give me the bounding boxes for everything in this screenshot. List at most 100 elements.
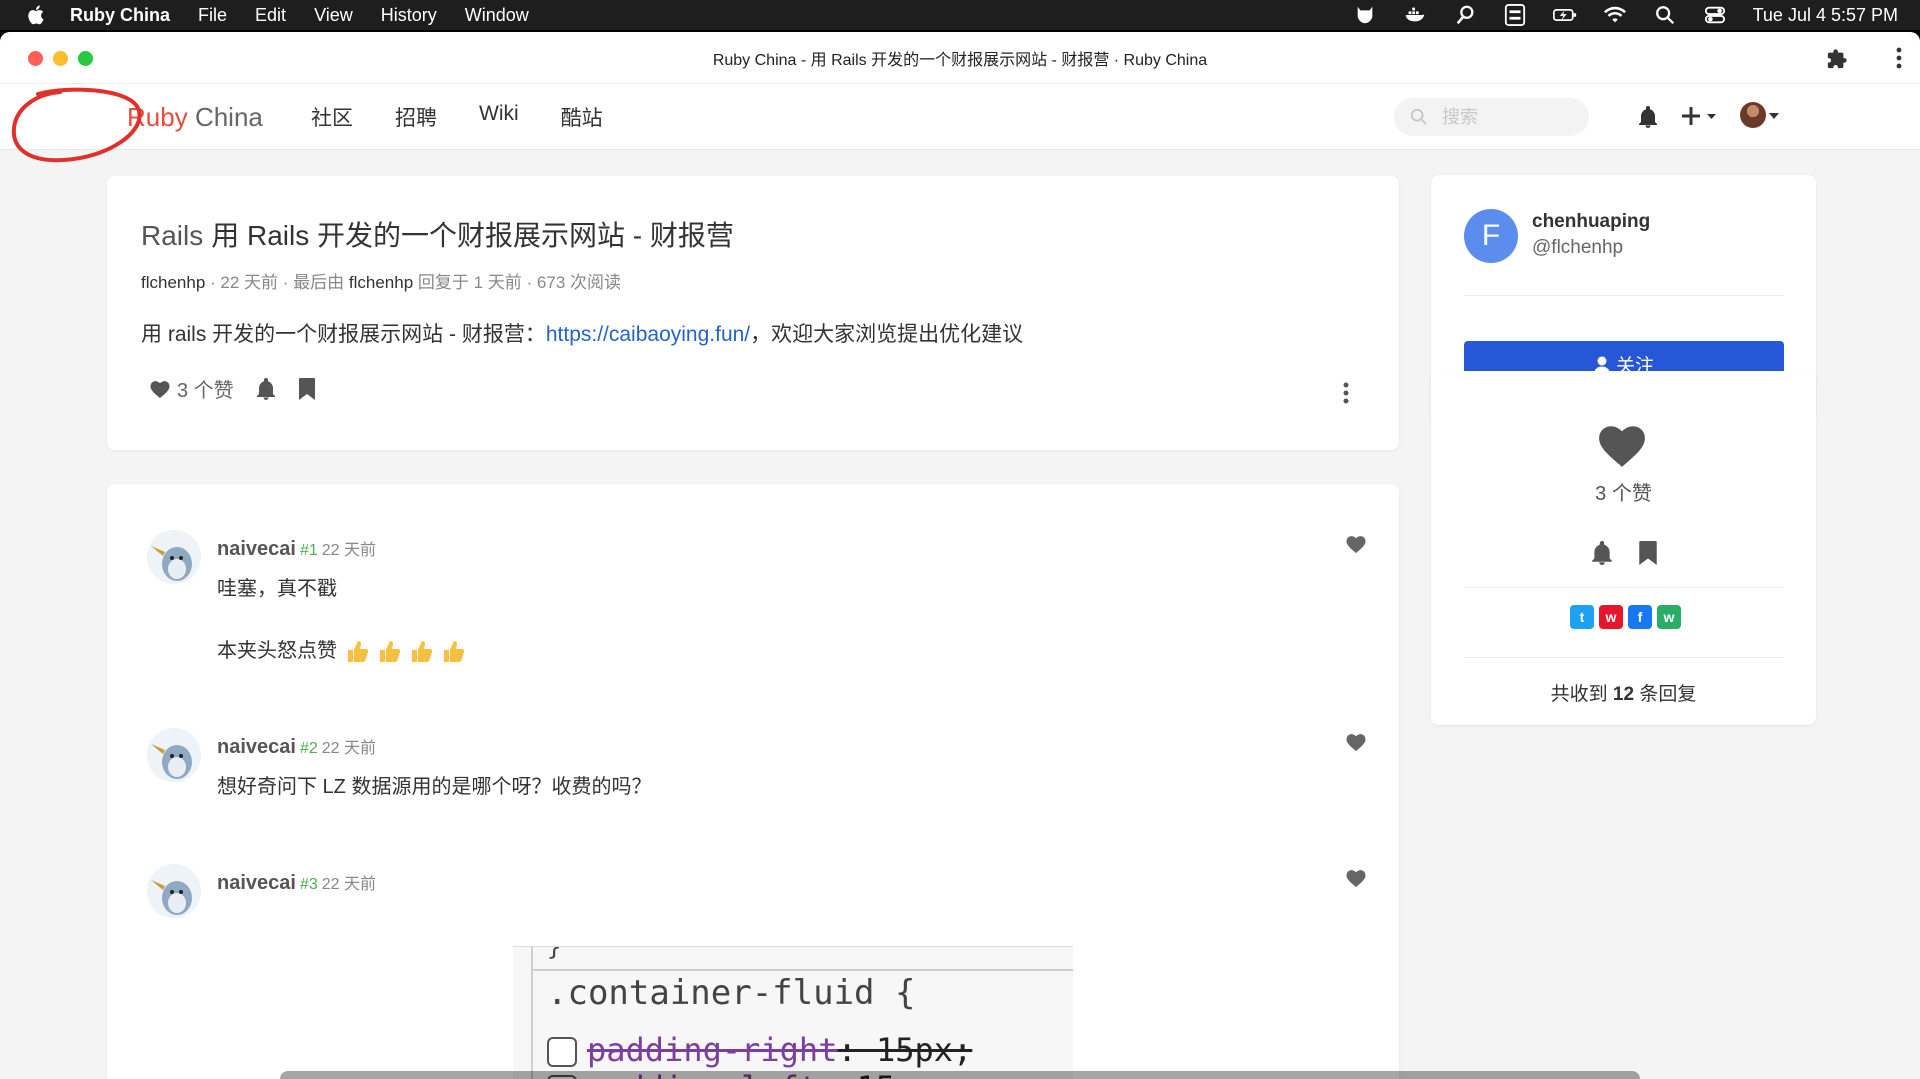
reply-avatar[interactable] xyxy=(147,530,201,584)
search-icon xyxy=(1410,108,1427,125)
code-brace: } xyxy=(547,946,562,961)
thumbs-up-emoji-icon xyxy=(411,640,432,662)
reply-header: naivecai #3 22 天前 xyxy=(217,870,376,895)
topic-title: Rails 用 Rails 开发的一个财报展示网站 - 财报营 xyxy=(141,214,734,254)
reply-like-heart-icon[interactable] xyxy=(1345,732,1367,752)
menubar-clock[interactable]: Tue Jul 4 5:57 PM xyxy=(1753,5,1898,26)
thumbs-up-emoji-icon xyxy=(347,640,368,662)
reply-count-summary: 共收到 12 条回复 xyxy=(1431,679,1816,706)
bookmark-icon[interactable] xyxy=(298,377,316,400)
topic-stats-card: 3 个赞 t w f w 共收到 12 条回复 xyxy=(1431,371,1816,725)
bookmark-icon[interactable] xyxy=(1637,541,1659,565)
weibo-share-icon[interactable]: w xyxy=(1599,605,1623,629)
author-avatar[interactable]: F xyxy=(1464,209,1518,263)
reply-time: 22 天前 xyxy=(321,542,376,559)
topic-body-suffix: ，欢迎大家浏览提出优化建议 xyxy=(750,323,1024,346)
divider xyxy=(1464,295,1784,296)
code-property-value: : 15px; xyxy=(837,1031,973,1069)
minimize-window-button[interactable] xyxy=(53,51,68,66)
nav-link-community[interactable]: 社区 xyxy=(311,102,353,132)
docker-icon[interactable] xyxy=(1403,4,1427,26)
code-divider-line xyxy=(531,969,1073,971)
cat-icon[interactable] xyxy=(1353,4,1377,26)
divider xyxy=(1464,587,1784,588)
macos-menubar: Ruby China File Edit View History Window… xyxy=(0,0,1920,30)
follow-bell-icon[interactable] xyxy=(256,377,276,400)
control-center-icon[interactable] xyxy=(1703,4,1727,26)
reply-text: 哇塞，真不戳 xyxy=(217,578,337,600)
user-avatar[interactable] xyxy=(1740,102,1766,128)
nav-link-cool-sites[interactable]: 酷站 xyxy=(561,102,603,132)
reply-username[interactable]: naivecai xyxy=(217,736,296,758)
chevron-down-icon[interactable] xyxy=(1769,112,1779,120)
topic-author-link[interactable]: flchenhp xyxy=(141,273,205,292)
topic-body-link[interactable]: https://caibaoying.fun/ xyxy=(546,323,750,346)
reply-floor[interactable]: #1 xyxy=(300,542,318,559)
reply-floor[interactable]: #2 xyxy=(300,740,318,757)
heart-icon xyxy=(150,380,170,398)
reply-text-line2: 本夹头怒点赞 xyxy=(217,634,465,665)
reply-username[interactable]: naivecai xyxy=(217,538,296,560)
reply-text: 想好奇问下 LZ 数据源用的是哪个呀？收费的吗？ xyxy=(217,776,652,798)
spotlight-search-icon[interactable] xyxy=(1653,4,1677,26)
reply-avatar[interactable] xyxy=(147,864,201,918)
menu-file[interactable]: File xyxy=(198,5,227,26)
nav-link-jobs[interactable]: 招聘 xyxy=(395,102,437,132)
author-login[interactable]: @flchenhp xyxy=(1532,237,1623,259)
author-name[interactable]: chenhuaping xyxy=(1532,211,1650,233)
s-app-icon[interactable] xyxy=(1503,4,1527,26)
sidebar-like-count: 3 个赞 xyxy=(1595,483,1652,505)
topic-like-count: 3 个赞 xyxy=(177,380,234,402)
reply-like-heart-icon[interactable] xyxy=(1345,534,1367,554)
topic-like-button[interactable]: 3 个赞 xyxy=(149,374,234,403)
reply-floor[interactable]: #3 xyxy=(300,876,318,893)
menu-edit[interactable]: Edit xyxy=(255,5,286,26)
reply-like-heart-icon[interactable] xyxy=(1345,868,1367,888)
facebook-share-icon[interactable]: f xyxy=(1628,605,1652,629)
menu-history[interactable]: History xyxy=(381,5,437,26)
menu-app-name[interactable]: Ruby China xyxy=(70,5,170,26)
reply-username[interactable]: naivecai xyxy=(217,872,296,894)
site-logo[interactable]: Ruby China xyxy=(127,102,263,133)
notification-bell-icon[interactable] xyxy=(1638,106,1658,128)
menu-view[interactable]: View xyxy=(314,5,353,26)
browser-menu-icon[interactable] xyxy=(1896,46,1902,70)
puzzle-extensions-icon[interactable] xyxy=(1826,48,1848,70)
more-options-icon[interactable] xyxy=(1343,382,1349,404)
menu-window[interactable]: Window xyxy=(465,5,529,26)
apple-icon[interactable] xyxy=(26,4,48,26)
zoom-window-button[interactable] xyxy=(78,51,93,66)
reply-header: naivecai #1 22 天前 xyxy=(217,536,376,561)
topic-meta: flchenhp · 22 天前 · 最后由 flchenhp 回复于 1 天前… xyxy=(141,273,621,292)
thumbs-up-emoji-icon xyxy=(443,640,464,662)
topic-read-count: 673 次阅读 xyxy=(536,273,621,292)
window-titlebar: Ruby China - 用 Rails 开发的一个财报展示网站 - 财报营 ·… xyxy=(0,32,1920,84)
reply-time: 22 天前 xyxy=(321,876,376,893)
browser-window: Ruby China - 用 Rails 开发的一个财报展示网站 - 财报营 ·… xyxy=(0,32,1920,1079)
twitter-share-icon[interactable]: t xyxy=(1570,605,1594,629)
topic-node-label[interactable]: Rails xyxy=(141,220,203,251)
reply-embedded-code-image[interactable]: } .container-fluid { padding-right: 15px… xyxy=(513,946,1073,1079)
nav-link-wiki[interactable]: Wiki xyxy=(479,102,519,132)
code-gutter-line xyxy=(531,947,533,1079)
code-property-row: padding-right: 15px; xyxy=(547,1031,972,1069)
topic-actions: 3 个赞 xyxy=(149,374,316,403)
main-nav: 社区 招聘 Wiki 酷站 xyxy=(311,102,603,132)
battery-icon[interactable] xyxy=(1552,4,1577,26)
share-buttons: t w f w xyxy=(1570,605,1681,629)
logo-china-text: China xyxy=(194,102,263,132)
reply-avatar[interactable] xyxy=(147,728,201,782)
reply-count-number: 12 xyxy=(1612,684,1635,705)
last-reply-user-link[interactable]: flchenhp xyxy=(349,273,413,292)
property-checkbox[interactable] xyxy=(547,1037,577,1067)
new-plus-dropdown-icon[interactable] xyxy=(1680,104,1716,128)
wechat-share-icon[interactable]: w xyxy=(1657,605,1681,629)
close-window-button[interactable] xyxy=(28,51,43,66)
follow-bell-icon[interactable] xyxy=(1591,541,1613,565)
big-heart-like-icon[interactable] xyxy=(1594,421,1650,469)
reply-text: 本夹头怒点赞 xyxy=(217,640,337,662)
code-property-key: padding-right xyxy=(587,1031,838,1069)
wifi-icon[interactable] xyxy=(1603,4,1627,26)
magnify-key-icon[interactable] xyxy=(1453,4,1477,26)
last-reply-prefix: 最后由 xyxy=(293,273,345,292)
